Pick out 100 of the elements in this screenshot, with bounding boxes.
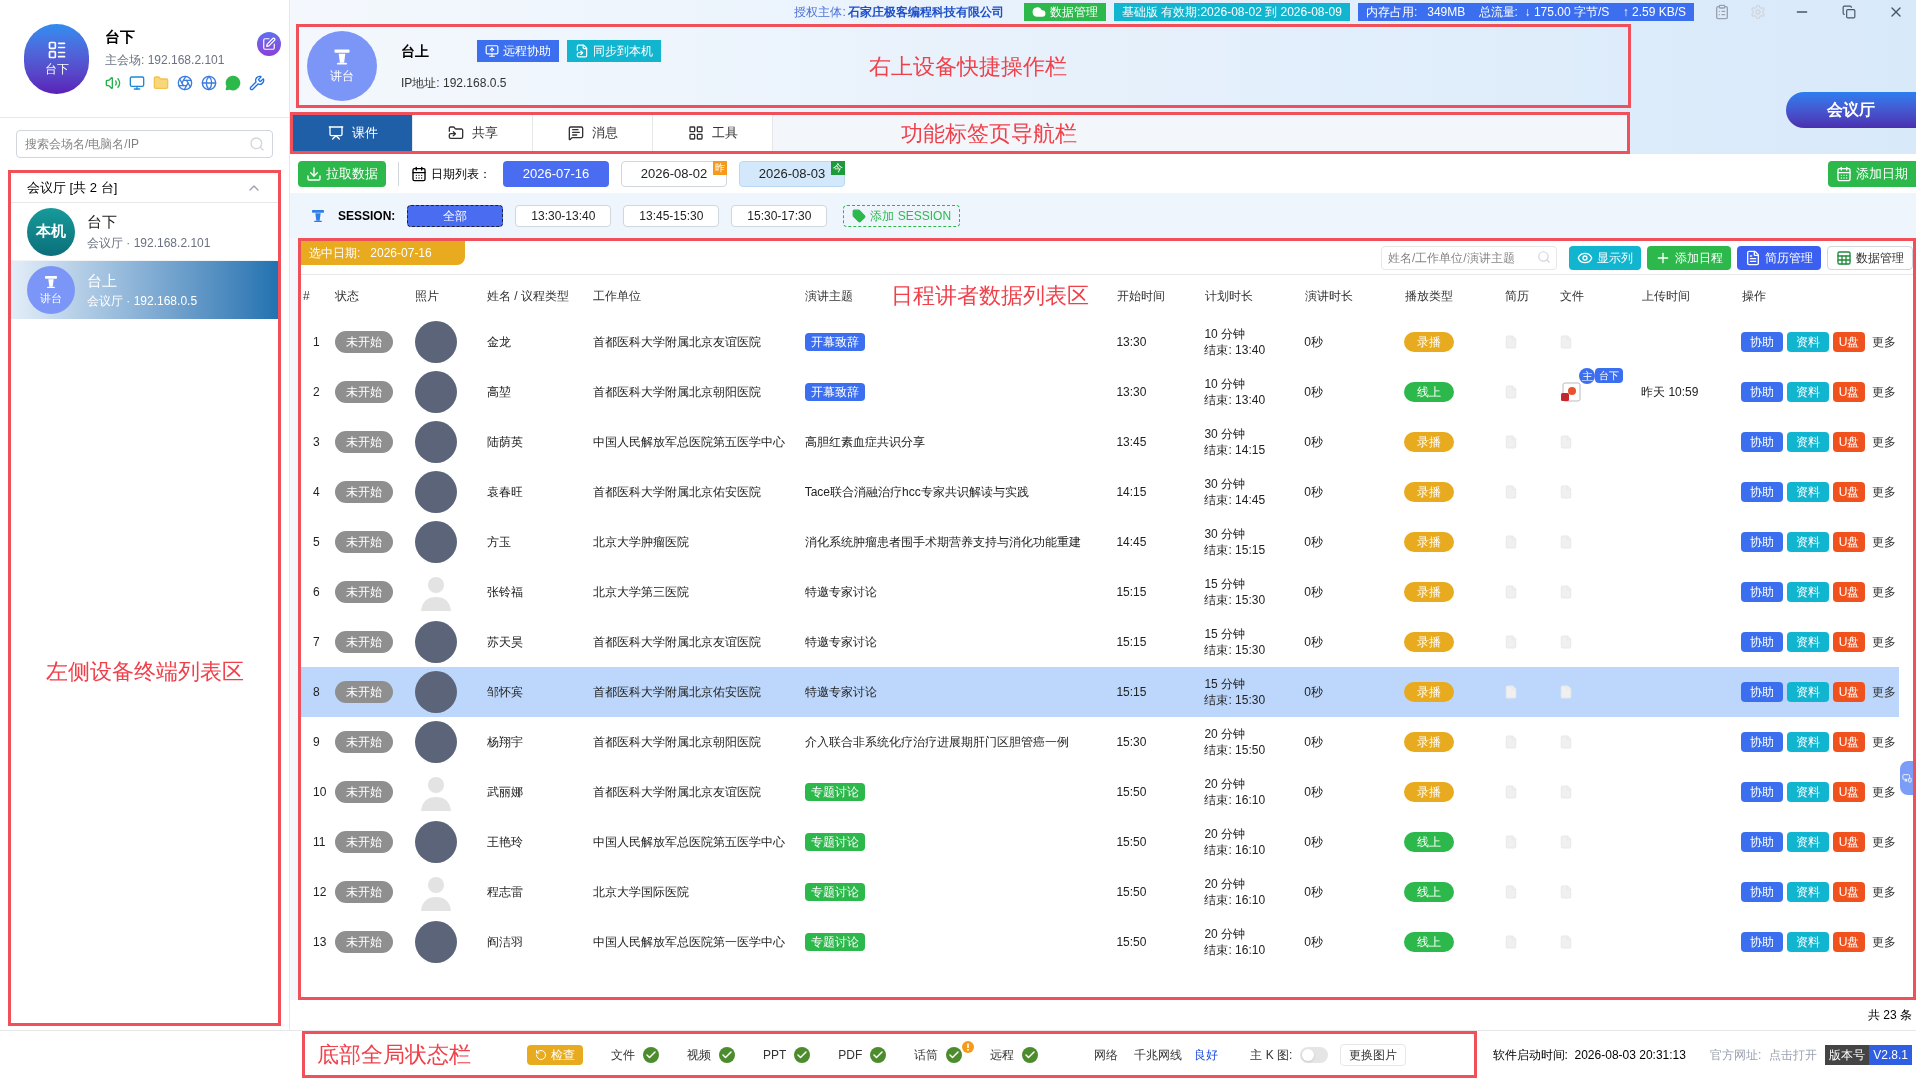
row-action-button[interactable]: 资料 [1787, 532, 1830, 552]
row-action-button[interactable]: 资料 [1787, 582, 1830, 602]
room-button[interactable]: 会议厅 [1786, 92, 1916, 128]
row-action-button[interactable]: U盘 [1833, 732, 1866, 752]
start-time: 15:15 [1116, 634, 1148, 651]
row-action-button[interactable]: 协助 [1741, 782, 1784, 802]
row-action-button[interactable]: 协助 [1741, 832, 1784, 852]
chat-icon[interactable] [225, 74, 241, 91]
row-action-button[interactable]: 更多 [1869, 782, 1900, 802]
search-field[interactable]: 搜索会场名/电脑名/IP [16, 130, 273, 158]
row-action-button[interactable]: 协助 [1741, 732, 1784, 752]
monitor-icon[interactable] [129, 74, 145, 91]
row-action-button[interactable]: U盘 [1833, 932, 1866, 952]
tab[interactable]: 消息 [533, 115, 653, 151]
row-action-button[interactable]: 更多 [1869, 682, 1900, 702]
row-action-button[interactable]: U盘 [1833, 682, 1866, 702]
row-action-button[interactable]: 更多 [1869, 382, 1900, 402]
pull-data-button[interactable]: 拉取数据 [298, 160, 386, 187]
row-action-button[interactable]: 资料 [1787, 632, 1830, 652]
row-action-button[interactable]: 协助 [1741, 632, 1784, 652]
row-action-button[interactable]: U盘 [1833, 432, 1866, 452]
aperture-icon[interactable] [177, 74, 193, 91]
row-action-button[interactable]: U盘 [1833, 882, 1866, 902]
row-action-button[interactable]: 更多 [1869, 932, 1900, 952]
wrench-icon[interactable] [249, 74, 265, 91]
row-action-button[interactable]: 协助 [1741, 882, 1784, 902]
date-badge: 昨 [713, 160, 727, 175]
k-image-toggle[interactable] [1300, 1046, 1329, 1063]
change-image-button[interactable]: 更换图片 [1340, 1043, 1407, 1066]
device-address: 主会场: 192.168.2.101 [105, 51, 226, 69]
row-action-button[interactable]: 更多 [1869, 432, 1900, 452]
add-date-button[interactable]: 添加日期 [1828, 160, 1916, 187]
row-action-button[interactable]: 更多 [1869, 482, 1900, 502]
row-action-button[interactable]: 资料 [1787, 482, 1830, 502]
device-action-button[interactable]: 远程协助 [477, 40, 559, 62]
table-toolbar-button[interactable]: 显示列 [1569, 245, 1641, 270]
edit-button[interactable] [257, 32, 281, 56]
speaker-icon[interactable] [105, 74, 121, 91]
date-chip[interactable]: 2026-07-16 [503, 160, 609, 187]
row-action-button[interactable]: U盘 [1833, 482, 1866, 502]
device-item[interactable]: 讲台 台上 会议厅 · 192.168.0.5 [11, 261, 278, 319]
row-action-button[interactable]: U盘 [1833, 332, 1866, 352]
clipboard-icon[interactable] [1714, 4, 1730, 20]
row-action-button[interactable]: 更多 [1869, 532, 1900, 552]
website-link[interactable]: 点击打开 [1769, 1045, 1818, 1064]
row-action-button[interactable]: U盘 [1833, 832, 1866, 852]
session-chip[interactable]: 13:30-13:40 [515, 205, 612, 227]
device-action-button[interactable]: 同步到本机 [567, 40, 661, 62]
row-action-button[interactable]: 更多 [1869, 882, 1900, 902]
row-action-button[interactable]: 协助 [1741, 332, 1784, 352]
row-action-button[interactable]: 资料 [1787, 832, 1830, 852]
row-action-button[interactable]: 协助 [1741, 432, 1784, 452]
row-action-button[interactable]: U盘 [1833, 382, 1866, 402]
row-number: 10 [312, 784, 328, 801]
tab[interactable]: 共享 [413, 115, 533, 151]
row-action-button[interactable]: 协助 [1741, 382, 1784, 402]
work-unit: 首都医科大学附属北京友谊医院 [592, 334, 762, 351]
row-action-button[interactable]: 协助 [1741, 482, 1784, 502]
row-action-button[interactable]: 协助 [1741, 582, 1784, 602]
restore-icon[interactable] [1842, 5, 1856, 19]
row-action-button[interactable]: 资料 [1787, 332, 1830, 352]
row-action-button[interactable]: 更多 [1869, 732, 1900, 752]
session-chip[interactable]: 15:30-17:30 [731, 205, 828, 227]
row-action-button[interactable]: 资料 [1787, 382, 1830, 402]
tab[interactable]: 课件 [293, 115, 413, 151]
row-action-button[interactable]: 资料 [1787, 682, 1830, 702]
session-chip[interactable]: 13:45-15:30 [623, 205, 720, 227]
date-chip[interactable]: 2026-08-03 今 [739, 160, 845, 187]
row-action-button[interactable]: U盘 [1833, 632, 1866, 652]
table-toolbar-button[interactable]: 简历管理 [1737, 245, 1821, 270]
row-action-button[interactable]: 资料 [1787, 432, 1830, 452]
add-session-button[interactable]: 添加 SESSION [843, 205, 961, 227]
row-action-button[interactable]: 资料 [1787, 932, 1830, 952]
column-header: 简历 [1505, 289, 1529, 303]
start-time: 15:50 [1116, 784, 1148, 801]
tab[interactable]: 工具 [653, 115, 773, 151]
row-action-button[interactable]: U盘 [1833, 782, 1866, 802]
table-toolbar-button[interactable]: 数据管理 [1827, 245, 1913, 270]
floating-monitor-button[interactable] [1900, 761, 1913, 795]
row-action-button[interactable]: 协助 [1741, 932, 1784, 952]
row-action-button[interactable]: 更多 [1869, 632, 1900, 652]
table-row[interactable]: 8 未开始 邹怀宾 首都医科大学附属北京佑安医院 特邀专家讨论 15:15 15 分钟 结束: 15:30 0秒 录播 协助 资料 U盘 更多 [301, 667, 1899, 717]
row-action-button[interactable]: 更多 [1869, 832, 1900, 852]
row-action-button[interactable]: 协助 [1741, 682, 1784, 702]
row-action-button[interactable]: 资料 [1787, 782, 1830, 802]
row-action-button[interactable]: 资料 [1787, 882, 1830, 902]
table-search-field[interactable]: 姓名/工作单位/演讲主题 [1381, 246, 1557, 270]
row-action-button[interactable]: U盘 [1833, 582, 1866, 602]
end-time: 结束: 14:15 [1204, 442, 1267, 458]
date-chip[interactable]: 2026-08-02 昨 [621, 160, 727, 187]
row-action-button[interactable]: 更多 [1869, 332, 1900, 352]
data-management-button[interactable]: 数据管理 [1023, 3, 1106, 21]
row-action-button[interactable]: 协助 [1741, 532, 1784, 552]
row-action-button[interactable]: 更多 [1869, 582, 1900, 602]
column-header: # [303, 289, 310, 303]
session-chip[interactable]: 全部 [407, 205, 504, 227]
globe-icon[interactable] [201, 74, 217, 91]
row-action-button[interactable]: U盘 [1833, 532, 1866, 552]
table-toolbar-button[interactable]: 添加日程 [1647, 245, 1731, 270]
row-action-button[interactable]: 资料 [1787, 732, 1830, 752]
